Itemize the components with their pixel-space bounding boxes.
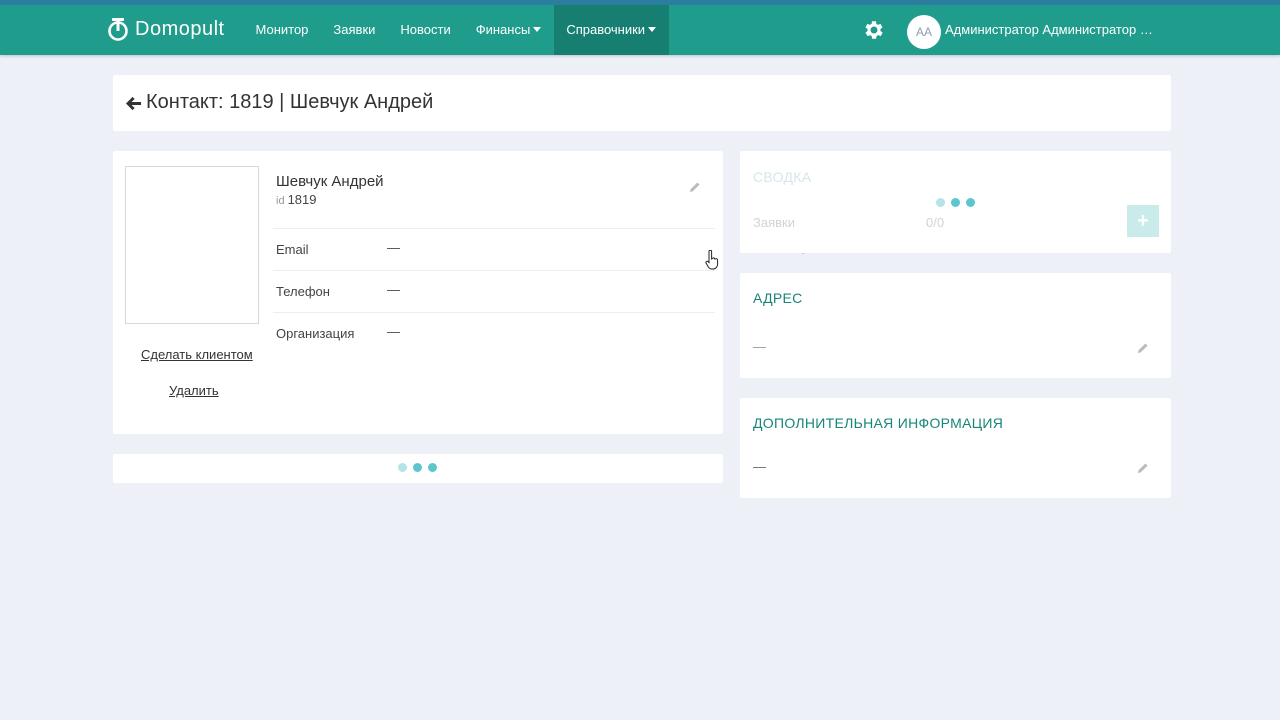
nav-item-label: Финансы [475, 22, 531, 37]
contact-id-value: 1819 [287, 192, 317, 207]
contact-card: Сделать клиентом Удалить Шевчук Андрей i… [113, 151, 812, 434]
field-value: — [387, 282, 400, 297]
gear-icon[interactable] [862, 18, 886, 42]
loading-dot [398, 463, 407, 472]
nav-item-label: Заявки [333, 22, 376, 37]
power-icon [108, 18, 128, 41]
top-navbar: Domopult Монитор Заявки Новости Финансы … [0, 0, 1280, 55]
page-header-card: Контакт: 1819 | Шевчук Андрей [113, 75, 1171, 131]
loading-dot [951, 198, 960, 207]
hand-pointer-icon [705, 250, 719, 270]
summary-heading: СВОДКА [753, 169, 812, 185]
brand-logo[interactable]: Domopult [107, 16, 225, 42]
nav-item-finance[interactable]: Финансы [463, 5, 554, 55]
user-name[interactable]: Администратор Администратор Администрато… [945, 5, 1160, 55]
field-label: Организация [276, 326, 355, 341]
main-nav: Монитор Заявки Новости Финансы Справочни… [243, 5, 669, 55]
field-row-email: Email — [273, 228, 812, 270]
nav-item-label: Новости [400, 22, 451, 37]
loading-indicator [936, 198, 975, 207]
loading-card [113, 454, 723, 483]
pencil-icon[interactable] [1137, 462, 1149, 474]
additional-info-heading: ДОПОЛНИТЕЛЬНАЯ ИНФОРМАЦИЯ [753, 415, 1004, 431]
pencil-icon[interactable] [1137, 342, 1149, 354]
loading-dot [936, 198, 945, 207]
avatar[interactable]: AA [907, 15, 941, 49]
field-row-phone: Телефон — [273, 270, 812, 312]
nav-item-label: Монитор [255, 22, 309, 37]
make-client-link[interactable]: Сделать клиентом [141, 347, 253, 362]
nav-item-directories[interactable]: Справочники [553, 5, 669, 55]
address-value: — [753, 339, 766, 354]
contact-photo[interactable] [125, 166, 259, 324]
field-row-organization: Организация — [273, 312, 812, 354]
field-value: — [387, 240, 400, 255]
nav-item-label: Справочники [566, 22, 646, 37]
field-value: — [387, 324, 400, 339]
loading-dot [966, 198, 975, 207]
contact-id: id 1819 [276, 192, 316, 207]
field-label: Email [276, 242, 309, 257]
loading-dot [413, 463, 422, 472]
contact-id-label: id [276, 195, 285, 207]
summary-requests-value: 0/0 [926, 215, 945, 230]
caret-down-icon [648, 27, 657, 32]
summary-requests-label: Заявки [753, 215, 795, 230]
delete-link[interactable]: Удалить [169, 383, 219, 398]
caret-down-icon [533, 27, 542, 32]
pencil-icon[interactable] [689, 181, 701, 193]
nav-item-requests[interactable]: Заявки [321, 5, 388, 55]
summary-card: СВОДКА Заявки 0/0 + [740, 151, 1171, 253]
field-label: Телефон [276, 284, 330, 299]
address-card: АДРЕС — [740, 273, 1171, 378]
add-request-button[interactable]: + [1127, 205, 1159, 237]
loading-dot [428, 463, 437, 472]
additional-info-value: — [753, 459, 766, 474]
loading-indicator [398, 463, 437, 472]
address-heading: АДРЕС [753, 290, 803, 306]
brand-name: Domopult [135, 17, 225, 40]
page-title: Контакт: 1819 | Шевчук Андрей [146, 91, 434, 113]
arrow-left-icon[interactable] [125, 95, 142, 112]
nav-item-news[interactable]: Новости [388, 5, 463, 55]
contact-name: Шевчук Андрей [276, 173, 384, 190]
additional-info-card: ДОПОЛНИТЕЛЬНАЯ ИНФОРМАЦИЯ — [740, 398, 1171, 498]
nav-item-monitor[interactable]: Монитор [243, 5, 321, 55]
